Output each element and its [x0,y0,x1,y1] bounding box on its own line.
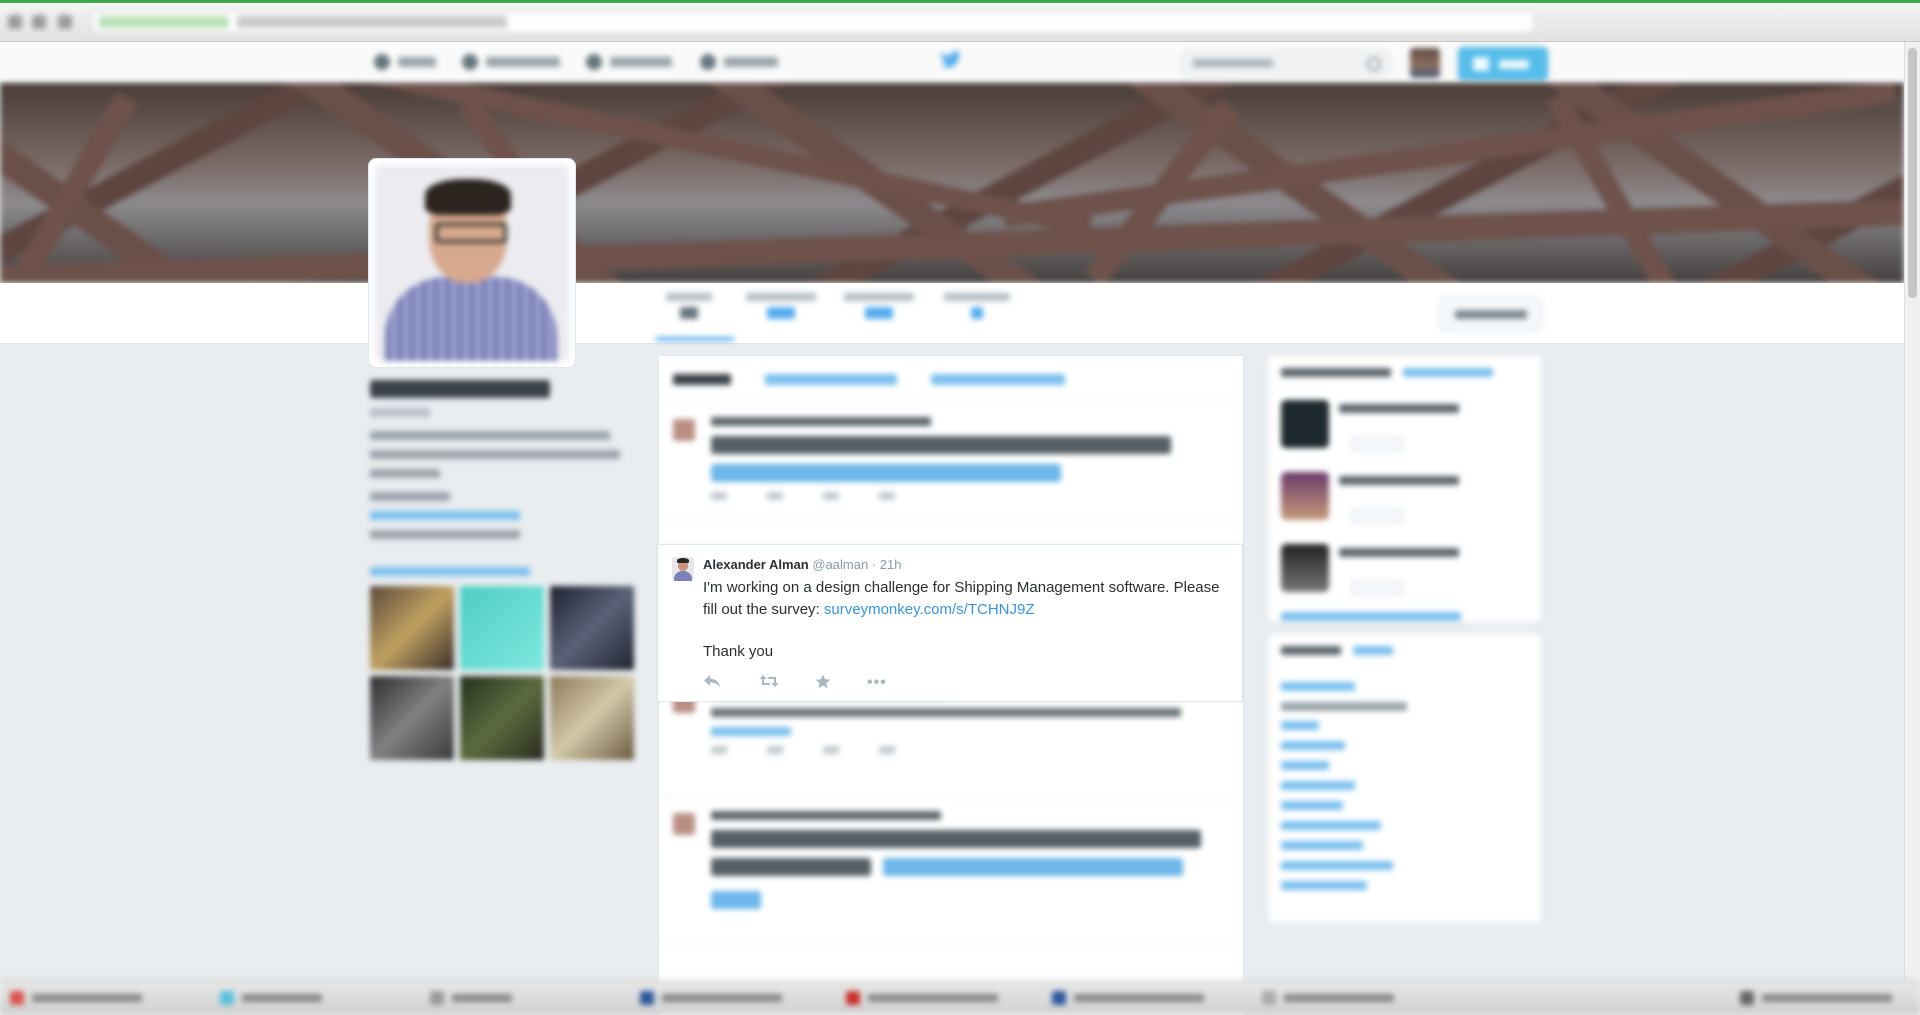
taskbar-item[interactable] [10,987,142,1009]
url-text [237,16,507,28]
photos-and-videos-link[interactable] [370,567,530,576]
stat-favorites[interactable] [944,293,1010,319]
compose-label [1499,60,1529,69]
discover-icon [700,54,716,70]
stat-following[interactable] [746,293,816,319]
nav-discover[interactable] [700,52,778,72]
profile-stats-bar [0,283,1904,344]
compose-tweet-button[interactable] [1458,47,1548,81]
search-placeholder [1193,59,1273,67]
twitter-bird-icon[interactable] [940,51,962,69]
notifications-icon [462,54,478,70]
timeline-tabs [659,356,1243,403]
edit-profile-button[interactable] [1440,297,1542,331]
photo-thumbnail[interactable] [460,586,544,670]
timeline-tweet[interactable] [659,403,1243,519]
forward-icon[interactable] [32,15,46,29]
star-icon[interactable] [815,674,831,694]
tweet-closing-text: Thank you [703,643,774,660]
photo-thumbnail[interactable] [370,586,454,670]
messages-icon [586,54,602,70]
profile-name [370,380,550,398]
search-input[interactable] [1180,50,1392,76]
profile-header-image [0,83,1904,283]
focused-tweet[interactable]: Alexander Alman @aalman · 21h I'm workin… [657,544,1243,702]
tweet-header: Alexander Alman @aalman · 21h [703,557,902,572]
tweet-actions: ••• [703,674,1003,692]
compose-icon [1473,57,1489,71]
suggested-account[interactable] [1281,400,1529,464]
top-navigation [0,42,1920,83]
back-icon[interactable] [8,15,22,29]
tweet-text: I'm working on a design challenge for Sh… [703,577,1223,621]
profile-avatar[interactable] [368,158,576,368]
tab-tweets-and-replies[interactable] [765,374,897,385]
tweet-author-avatar[interactable] [672,557,694,581]
who-to-follow-module [1268,355,1542,623]
taskbar-item[interactable] [220,987,322,1009]
home-icon [374,54,390,70]
taskbar-item[interactable] [1262,987,1394,1009]
tweet-author-name[interactable]: Alexander Alman [703,557,809,572]
photo-grid [370,586,634,760]
photo-thumbnail[interactable] [550,586,634,670]
tweet-link[interactable]: surveymonkey.com/s/TCHNJ9Z [824,601,1035,618]
taskbar [0,980,1920,1015]
suggested-account[interactable] [1281,544,1529,608]
scrollbar-thumb[interactable] [1908,48,1917,298]
taskbar-item[interactable] [846,987,998,1009]
retweet-icon[interactable] [759,674,779,693]
photo-thumbnail[interactable] [460,676,544,760]
tweet-timestamp[interactable]: 21h [880,557,902,572]
suggested-account[interactable] [1281,472,1529,536]
taskbar-item[interactable] [1740,987,1892,1009]
search-icon[interactable] [1367,57,1381,71]
nav-messages[interactable] [586,52,672,72]
stat-tweets[interactable] [666,293,712,319]
browser-toolbar [0,0,1920,42]
profile-card [370,380,634,760]
taskbar-item[interactable] [640,987,782,1009]
nav-home[interactable] [374,52,436,72]
timeline-tweet[interactable] [659,797,1243,947]
address-bar[interactable] [92,11,1534,33]
tweet-author-handle[interactable]: @aalman [812,557,868,572]
trends-module [1268,633,1542,923]
active-tab-indicator [656,337,734,341]
reply-icon[interactable] [703,674,721,693]
photo-thumbnail[interactable] [550,676,634,760]
reload-icon[interactable] [58,15,72,29]
tab-photos-and-videos[interactable] [931,374,1065,385]
profile-website-link[interactable] [370,511,520,520]
secure-indicator [99,16,229,28]
ellipsis-icon[interactable]: ••• [867,674,887,692]
tab-tweets[interactable] [673,374,731,385]
tweet-separator: · [871,557,877,572]
taskbar-item[interactable] [430,987,512,1009]
nav-notifications[interactable] [462,52,560,72]
photo-thumbnail[interactable] [370,676,454,760]
right-sidebar [1268,355,1542,1014]
taskbar-item[interactable] [1052,987,1204,1009]
page-scrollbar[interactable] [1904,42,1920,980]
stat-followers[interactable] [844,293,914,319]
account-avatar[interactable] [1410,48,1440,78]
